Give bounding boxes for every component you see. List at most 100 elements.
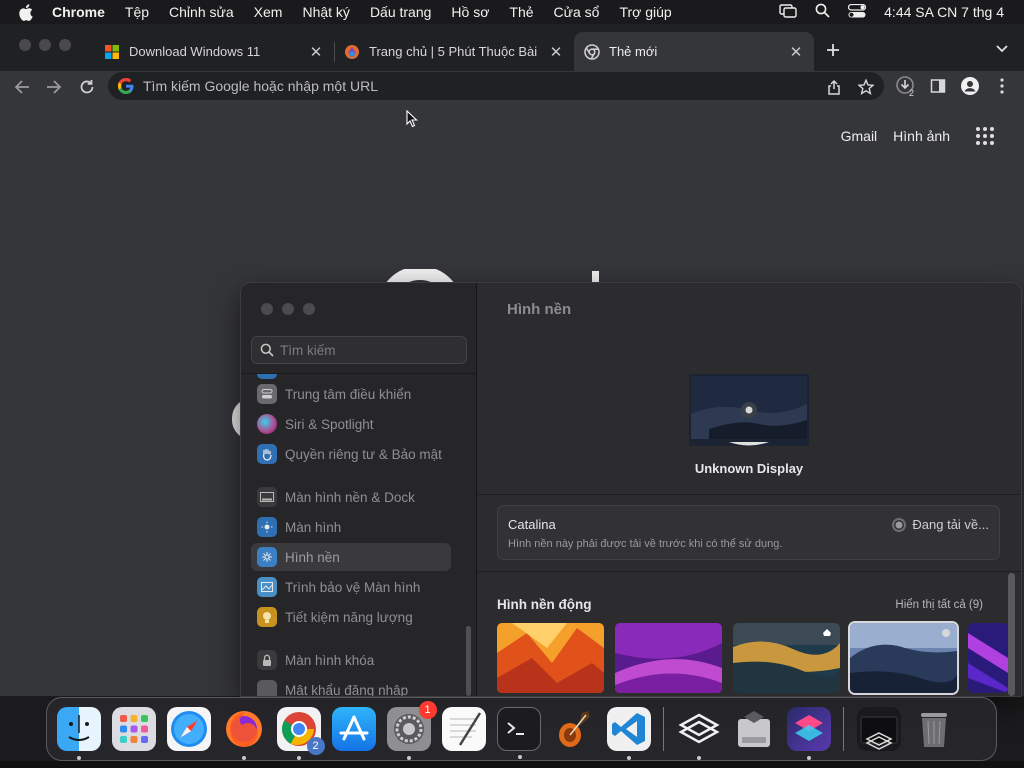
shortcuts-app-icon[interactable] <box>786 707 831 760</box>
spotlight-search-icon[interactable] <box>815 3 830 21</box>
ventura-orange-wallpaper[interactable] <box>497 623 604 693</box>
side-panel-icon[interactable] <box>927 75 949 97</box>
settings-search-field[interactable] <box>251 336 467 364</box>
pane-scrollbar[interactable] <box>1008 573 1015 696</box>
zoom-window-button[interactable] <box>303 303 315 315</box>
wallpaper-icon <box>257 547 277 567</box>
tab-title: Download Windows 11 <box>129 44 261 59</box>
app-store-app-icon[interactable] <box>331 707 376 751</box>
menu-bookmarks[interactable]: Dấu trang <box>370 4 431 20</box>
display-preview <box>689 374 809 446</box>
more-menu-icon[interactable] <box>991 75 1013 97</box>
sidebar-item-wallpaper[interactable]: Hình nền <box>251 543 451 571</box>
menu-profiles[interactable]: Hồ sơ <box>451 4 489 20</box>
profile-icon[interactable] <box>959 75 981 97</box>
launchpad-app-icon[interactable] <box>111 707 156 751</box>
sidebar-item-label: Mật khẩu đăng nhập <box>285 682 409 697</box>
terminal-app-icon[interactable] <box>496 707 541 759</box>
sidebar-item-screen-saver[interactable]: Trình bảo vệ Màn hình <box>251 573 451 601</box>
new-tab-button[interactable] <box>822 39 844 61</box>
share-icon[interactable] <box>826 79 842 95</box>
images-link[interactable]: Hình ảnh <box>893 128 950 144</box>
menu-view[interactable]: Xem <box>254 4 283 20</box>
address-bar[interactable] <box>108 72 884 100</box>
google-apps-icon[interactable] <box>976 127 994 145</box>
chrome-app-icon[interactable]: 2 <box>276 707 325 760</box>
close-window-button[interactable] <box>261 303 273 315</box>
close-tab-icon[interactable]: ✕ <box>548 44 564 61</box>
sidebar-item-label: Siri & Spotlight <box>285 416 374 432</box>
menu-history[interactable]: Nhật ký <box>302 4 349 20</box>
dock-divider <box>663 707 664 751</box>
menu-help[interactable]: Trợ giúp <box>619 4 671 20</box>
abstract-purple-wallpaper[interactable] <box>968 623 1008 693</box>
show-all-button[interactable]: Hiển thị tất cả (9) <box>895 599 983 611</box>
catalina-coast-wallpaper[interactable] <box>733 623 840 693</box>
tab-search-chevron-icon[interactable] <box>992 39 1012 59</box>
tab-new-tab[interactable]: Thẻ mới ✕ <box>574 32 814 71</box>
reload-button[interactable] <box>75 75 99 99</box>
vscode-app-icon[interactable] <box>606 707 651 760</box>
display-name: Unknown Display <box>694 461 804 476</box>
zoom-window-button[interactable] <box>59 39 71 51</box>
sidebar-item-login-password[interactable]: Mật khẩu đăng nhập <box>251 676 451 696</box>
energy-bulb-icon <box>257 607 277 627</box>
textedit-app-icon[interactable] <box>441 707 486 751</box>
menu-tab[interactable]: Thẻ <box>509 4 533 20</box>
menu-app-name[interactable]: Chrome <box>52 4 105 20</box>
apple-menu-icon[interactable] <box>18 3 36 21</box>
menu-edit[interactable]: Chỉnh sửa <box>169 4 234 20</box>
menu-window[interactable]: Cửa sổ <box>554 4 600 20</box>
sidebar-item-label: Trình bảo vệ Màn hình <box>285 579 421 595</box>
minimize-window-button[interactable] <box>282 303 294 315</box>
privacy-hand-icon <box>257 444 277 464</box>
tab-download-windows[interactable]: Download Windows 11 ✕ <box>94 32 334 71</box>
close-tab-icon[interactable]: ✕ <box>788 44 804 61</box>
sidebar-item-desktop-dock[interactable]: Màn hình nền & Dock <box>251 483 451 511</box>
chrome-profile-badge: 2 <box>306 737 325 755</box>
bookmark-star-icon[interactable] <box>858 79 874 95</box>
menu-file[interactable]: Tệp <box>125 4 149 20</box>
sidebar-item-control-center[interactable]: Trung tâm điều khiển <box>251 380 451 408</box>
tab-title: Thẻ mới <box>609 44 658 59</box>
system-settings-app-icon[interactable]: 1 <box>386 701 437 760</box>
sidebar-item-label: Màn hình nền & Dock <box>285 489 415 505</box>
control-center-icon[interactable] <box>848 3 867 21</box>
notification-badge: 1 <box>418 701 437 719</box>
sidebar-item-displays[interactable]: Màn hình <box>251 513 451 541</box>
firefox-app-icon[interactable] <box>222 707 266 760</box>
disk-utility-app-icon[interactable] <box>732 707 776 751</box>
dynamic-wallpapers-heading: Hình nền động <box>497 597 592 612</box>
downloads-icon[interactable]: 2 <box>895 75 917 97</box>
catalina-island-wallpaper[interactable] <box>850 623 957 693</box>
finder-app-icon[interactable] <box>56 707 101 760</box>
menubar-clock[interactable]: 4:44 SA CN 7 thg 4 <box>884 4 1004 20</box>
garageband-app-icon[interactable] <box>552 707 596 751</box>
close-tab-icon[interactable]: ✕ <box>308 44 324 61</box>
monterey-purple-wallpaper[interactable] <box>615 623 722 693</box>
close-window-button[interactable] <box>19 39 31 51</box>
omnibox-input[interactable] <box>143 78 783 94</box>
sidebar-item-energy-saver[interactable]: Tiết kiệm năng lượng <box>251 603 451 631</box>
screen-mirroring-icon[interactable] <box>779 3 797 21</box>
tab-5-phut-thuoc-bai[interactable]: Trang chủ | 5 Phút Thuộc Bài ✕ <box>334 32 574 71</box>
sidebar-item-siri-spotlight[interactable]: Siri & Spotlight <box>251 410 451 438</box>
trash-icon[interactable] <box>912 707 956 751</box>
ivpn-app-icon[interactable] <box>677 707 721 760</box>
settings-search-input[interactable] <box>280 342 460 358</box>
sidebar-scrollbar[interactable] <box>466 626 471 696</box>
download-status: Đang tải về... <box>892 517 989 532</box>
back-button[interactable] <box>10 75 34 99</box>
settings-sidebar: Trung tâm điều khiển Siri & Spotlight Qu… <box>241 283 477 696</box>
gmail-link[interactable]: Gmail <box>841 128 878 144</box>
minimize-window-button[interactable] <box>39 39 51 51</box>
sidebar-item-privacy-security[interactable]: Quyền riêng tư & Bảo mật <box>251 440 451 468</box>
system-settings-window: Trung tâm điều khiển Siri & Spotlight Qu… <box>241 283 1021 696</box>
downloads-count: 2 <box>909 88 914 97</box>
current-wallpaper-card[interactable]: Catalina Hình nền này phải được tải về t… <box>497 505 1000 560</box>
safari-app-icon[interactable] <box>166 707 211 751</box>
forward-button[interactable] <box>42 75 66 99</box>
download-status-text: Đang tải về... <box>912 517 989 532</box>
sidebar-item-lock-screen[interactable]: Màn hình khóa <box>251 646 451 674</box>
downloads-stack-icon[interactable] <box>856 707 901 751</box>
